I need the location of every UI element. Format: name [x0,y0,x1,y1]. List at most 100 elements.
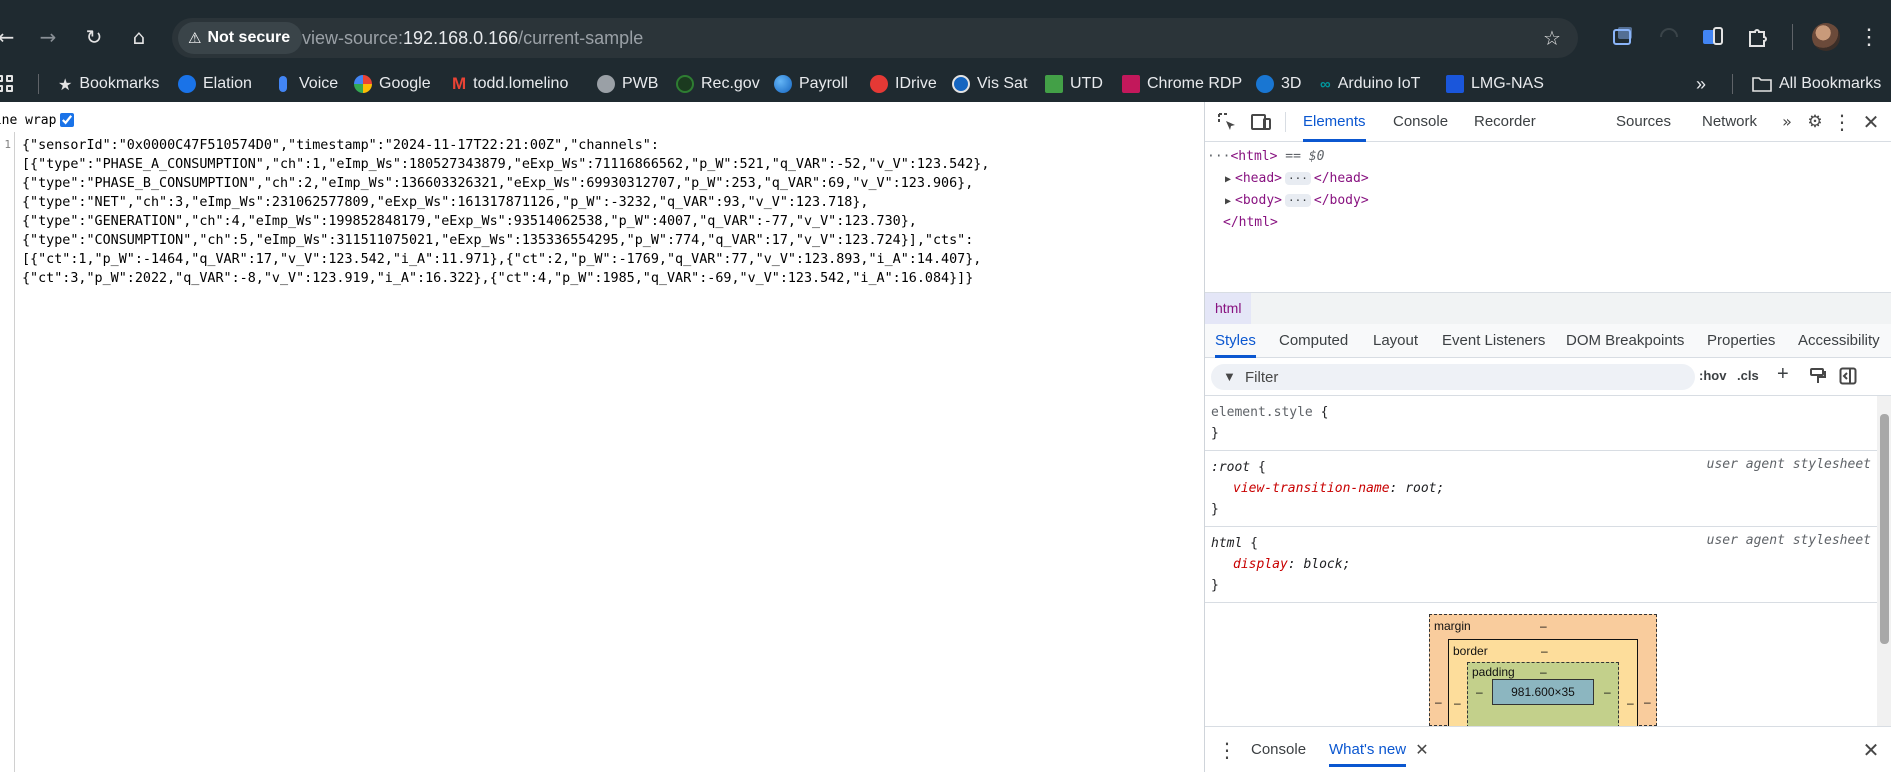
settings-gear-icon[interactable]: ⚙ [1803,110,1827,134]
dom-node-body[interactable]: ▶ <body> ··· </body> [1225,191,1369,211]
bookmark-item[interactable]: PWB [597,66,658,102]
address-bar[interactable]: ⚠ Not secure view-source:192.168.0.166/c… [172,18,1578,58]
tab-computed[interactable]: Computed [1279,324,1348,358]
rule-selector: :root [1211,460,1251,475]
bookmark-item[interactable]: Rec.gov [676,66,760,102]
tab-network[interactable]: Network [1702,102,1757,142]
rule-declaration[interactable]: display: block; [1211,554,1871,575]
all-bookmarks-button[interactable]: All Bookmarks [1752,66,1881,102]
bookmark-item[interactable]: UTD [1045,66,1103,102]
drawer-tab-whats-new[interactable]: What's new [1329,733,1407,767]
collapsed-ellipsis[interactable]: ··· [1285,194,1311,207]
home-icon[interactable]: ⌂ [125,23,153,51]
expand-triangle-icon[interactable]: ▶ [1225,196,1231,207]
bookmark-item[interactable]: Mtodd.lomelino [452,66,568,102]
rule-element-style[interactable]: element.style { } [1205,396,1877,451]
back-icon[interactable]: ← [0,23,20,51]
security-chip[interactable]: ⚠ Not secure [178,22,303,54]
box-model-padding[interactable]: padding – – – 981.600×35 [1467,662,1619,728]
expand-triangle-icon[interactable]: ▶ [1225,174,1231,185]
tab-console[interactable]: Console [1393,102,1448,142]
tab-search-icon[interactable] [1610,24,1636,50]
drawer-menu-icon[interactable]: ⋮ [1215,738,1239,762]
star-icon: ★ [58,74,73,94]
more-tabs-chevron-icon[interactable]: » [1775,110,1799,134]
margin-left-value: – [1435,695,1442,709]
bookmarks-divider [38,74,39,94]
tab-dom-breakpoints[interactable]: DOM Breakpoints [1566,324,1684,358]
tab-layout[interactable]: Layout [1373,324,1418,358]
css-property: view-transition-name [1233,481,1390,496]
reload-icon[interactable]: ↻ [80,23,108,51]
rule-root[interactable]: user agent stylesheet :root { view-trans… [1205,451,1877,527]
more-bookmarks-chevron-icon[interactable]: » [1696,66,1706,102]
breadcrumb-html[interactable]: html [1205,293,1252,324]
bookmark-label: Bookmarks [79,75,160,92]
tab-elements[interactable]: Elements [1303,102,1366,142]
styles-filter-input[interactable] [1245,367,1685,387]
bookmark-item[interactable]: Payroll [774,66,848,102]
box-model-content[interactable]: 981.600×35 [1492,679,1594,705]
paint-brush-icon[interactable] [1809,367,1827,385]
margin-right-value: – [1644,695,1651,709]
box-model-border[interactable]: border – – – padding – – – 981.600×35 [1448,639,1638,728]
close-devtools-icon[interactable]: ✕ [1859,110,1883,134]
close-drawer-icon[interactable]: ✕ [1859,738,1883,762]
devtools-menu-icon[interactable]: ⋮ [1830,110,1854,134]
utd-icon [1045,75,1063,93]
google-icon [354,75,372,93]
padding-right-value: – [1604,685,1611,699]
url-text[interactable]: view-source:192.168.0.166/current-sample [302,18,643,58]
dom-node-html-close[interactable]: </html> [1223,213,1278,233]
toggle-sidebar-icon[interactable] [1839,367,1857,385]
bookmark-item[interactable]: Elation [178,66,252,102]
voice-icon [279,76,287,92]
bookmark-item[interactable]: Chrome RDP [1122,66,1242,102]
rule-declaration[interactable]: view-transition-name: root; [1211,478,1871,499]
apps-grid-icon[interactable] [0,75,18,93]
tab-properties[interactable]: Properties [1707,324,1775,358]
bookmark-item[interactable]: 3D [1256,66,1301,102]
head-close-tag: </head> [1313,171,1369,186]
bookmark-label: Vis Sat [977,75,1028,92]
bookmark-star-icon[interactable]: ☆ [1538,24,1566,52]
tab-event-listeners[interactable]: Event Listeners [1442,324,1545,358]
body-close-tag: </body> [1313,193,1369,208]
device-toolbar-icon[interactable] [1249,110,1273,134]
browser-menu-icon[interactable]: ⋮ [1858,22,1880,52]
box-model-margin[interactable]: margin – – – border – – – padding – – – … [1429,614,1657,728]
dom-node-head[interactable]: ▶ <head> ··· </head> [1225,169,1369,189]
bookmark-item[interactable]: Google [354,66,431,102]
extension-icon[interactable] [1656,24,1682,50]
chrome-rdp-icon [1122,75,1140,93]
hover-state-toggle[interactable]: :hov [1699,368,1726,383]
drawer-tab-console[interactable]: Console [1251,733,1306,767]
rule-html[interactable]: user agent stylesheet html { display: bl… [1205,527,1877,603]
close-tab-icon[interactable]: ✕ [1410,738,1434,762]
add-rule-plus-icon[interactable]: + [1777,363,1789,386]
sidepanel-icon[interactable] [1700,24,1726,50]
bookmark-item[interactable]: Voice [274,66,338,102]
profile-avatar[interactable] [1812,23,1840,51]
dom-node-html[interactable]: ···<html> == $0 [1207,147,1324,167]
bookmark-item[interactable]: IDrive [870,66,937,102]
line-wrap-checkbox[interactable] [60,113,75,127]
puzzle-icon[interactable] [1744,24,1770,50]
inspect-element-icon[interactable] [1215,110,1239,134]
bookmark-item[interactable]: ∞ Arduino IoT [1320,66,1420,102]
tab-sources[interactable]: Sources [1616,102,1671,142]
devtools-tabbar: Elements Console Recorder Sources Networ… [1205,102,1891,142]
styles-scrollbar[interactable] [1877,396,1891,726]
tab-styles[interactable]: Styles [1215,324,1256,358]
class-toggle[interactable]: .cls [1737,368,1759,383]
bookmark-item[interactable]: ★ Bookmarks [58,66,159,102]
collapsed-ellipsis[interactable]: ··· [1285,172,1311,185]
line-wrap-control[interactable]: Line wrap [0,110,75,130]
scrollbar-thumb[interactable] [1880,414,1889,644]
forward-icon[interactable]: → [34,23,62,51]
folder-icon [1752,77,1772,92]
bookmark-item[interactable]: Vis Sat [952,66,1027,102]
tab-recorder[interactable]: Recorder [1474,102,1536,142]
tab-accessibility[interactable]: Accessibility [1798,324,1880,358]
bookmark-item[interactable]: LMG-NAS [1446,66,1544,102]
